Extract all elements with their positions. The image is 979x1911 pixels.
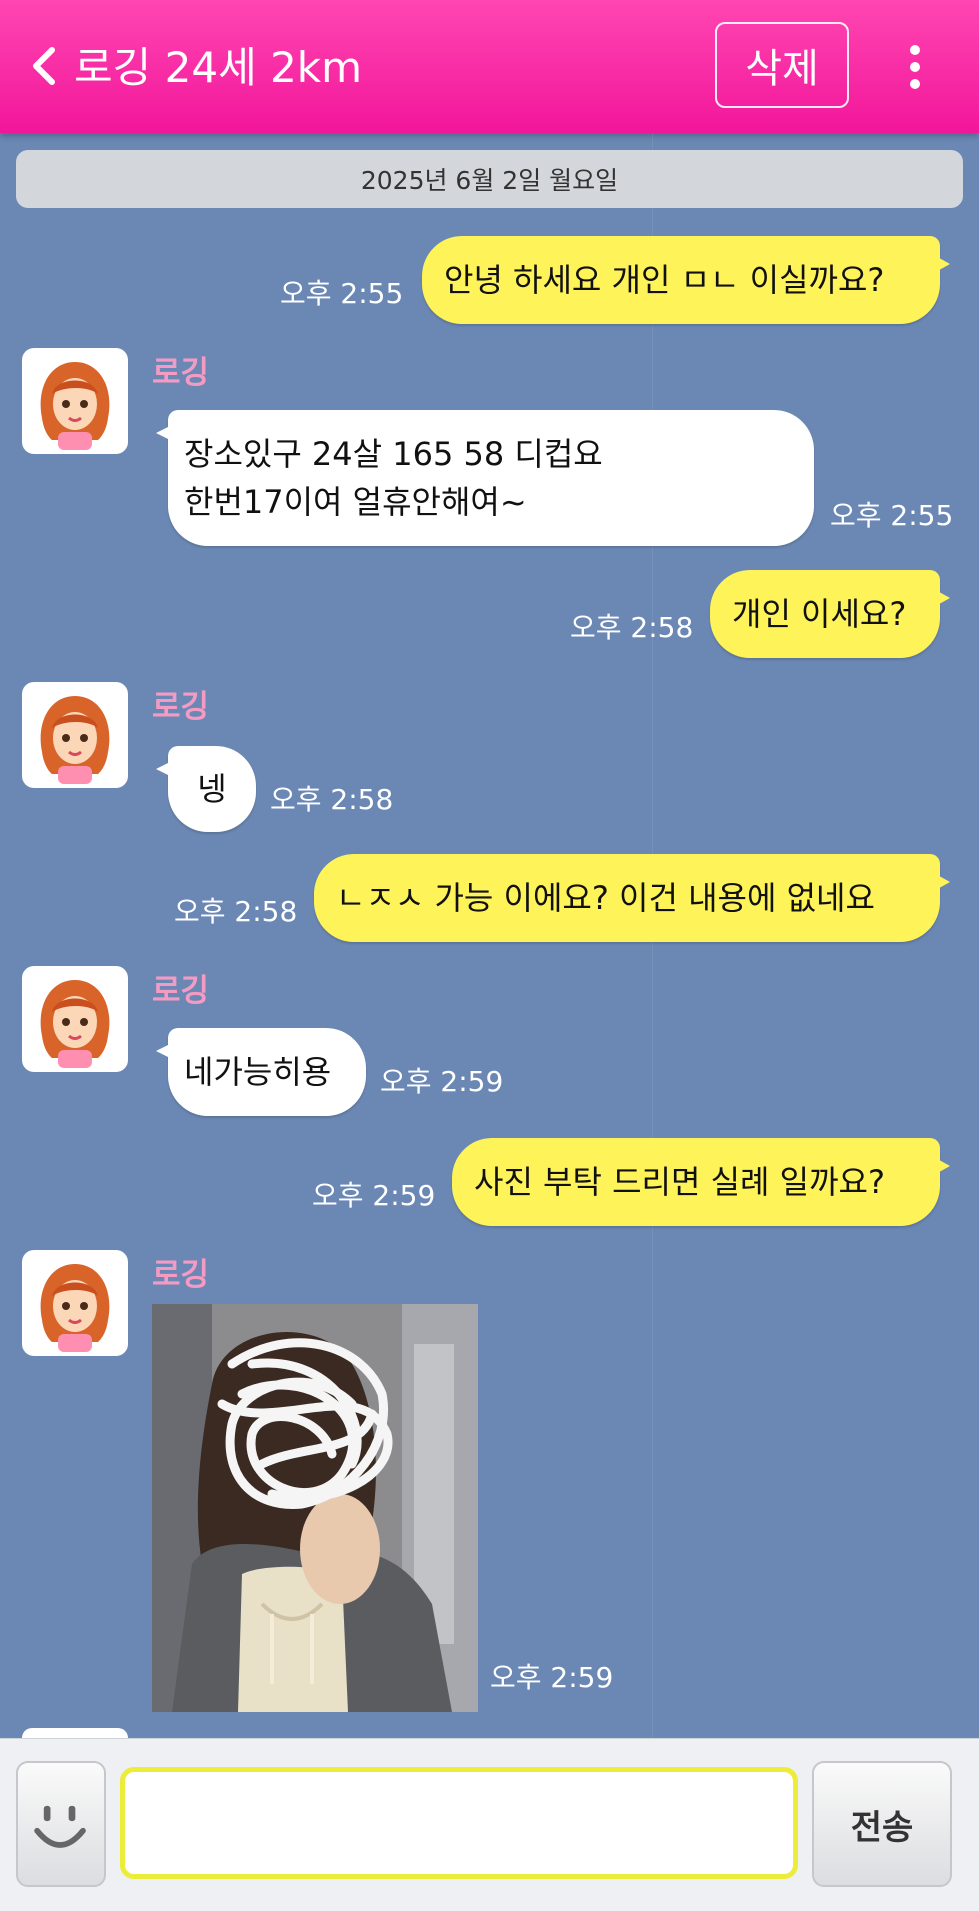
message-time: 오후 2:55 [830,499,954,532]
sender-name: 로깅 [152,973,210,1009]
message-text: 안녕 하세요 개인 ㅁㄴ 이실까요? [444,261,885,299]
incoming-message[interactable]: 네가능히용 [156,1028,366,1116]
message-line: 장소있구 24살 165 58 디컵요 [184,435,603,473]
sender-name: 로깅 [152,1257,210,1293]
send-button[interactable]: 전송 [812,1761,952,1887]
avatar[interactable] [22,966,128,1072]
message-text: ㄴㅈㅅ 가능 이에요? 이건 내용에 없네요 [336,879,875,917]
message-time: 오후 2:58 [174,895,298,928]
message-line: 한번17이여 얼휴안해여~ [184,483,527,521]
chat-header: 로깅 24세 2km 삭제 [0,0,979,133]
message-time: 오후 2:55 [280,277,404,310]
message-text: 넹 [197,770,227,808]
girl-avatar-icon [40,362,110,450]
sender-name: 로깅 [152,689,210,725]
incoming-message[interactable]: 장소있구 24살 165 58 디컵요 한번17이여 얼휴안해여~ [156,410,814,546]
message-time: 오후 2:58 [570,611,694,644]
outgoing-message[interactable]: 개인 이세요? [710,570,950,658]
smiley-icon [34,1805,86,1848]
avatar-partial [22,1728,128,1738]
chevron-left-icon[interactable] [28,44,58,88]
girl-avatar-icon [40,696,110,784]
message-time: 오후 2:58 [270,783,394,816]
chat-title: 로깅 24세 2km [74,43,363,92]
outgoing-message[interactable]: ㄴㅈㅅ 가능 이에요? 이건 내용에 없네요 [314,854,950,942]
photo-message[interactable] [152,1304,478,1712]
avatar[interactable] [22,682,128,788]
composer-bar: 전송 [0,1738,979,1911]
message-text: 개인 이세요? [732,595,907,633]
delete-button[interactable]: 삭제 [715,22,849,108]
message-time: 오후 2:59 [312,1179,436,1212]
message-text: 사진 부탁 드리면 실례 일까요? [474,1163,885,1201]
sender-name: 로깅 [152,355,210,391]
more-vertical-icon[interactable] [896,44,934,90]
message-time: 오후 2:59 [490,1661,614,1694]
message-text: 네가능히용 [184,1053,332,1091]
avatar[interactable] [22,348,128,454]
girl-avatar-icon [40,1264,110,1352]
girl-avatar-icon [40,980,110,1068]
photo-image [152,1304,478,1712]
outgoing-message[interactable]: 안녕 하세요 개인 ㅁㄴ 이실까요? [422,236,950,324]
incoming-message[interactable]: 넹 [156,746,256,832]
avatar[interactable] [22,1250,128,1356]
message-time: 오후 2:59 [380,1065,504,1098]
date-divider: 2025년 6월 2일 월요일 [16,150,963,208]
outgoing-message[interactable]: 사진 부탁 드리면 실례 일까요? [452,1138,950,1226]
emoji-button[interactable] [16,1761,106,1887]
message-input[interactable] [120,1767,798,1879]
